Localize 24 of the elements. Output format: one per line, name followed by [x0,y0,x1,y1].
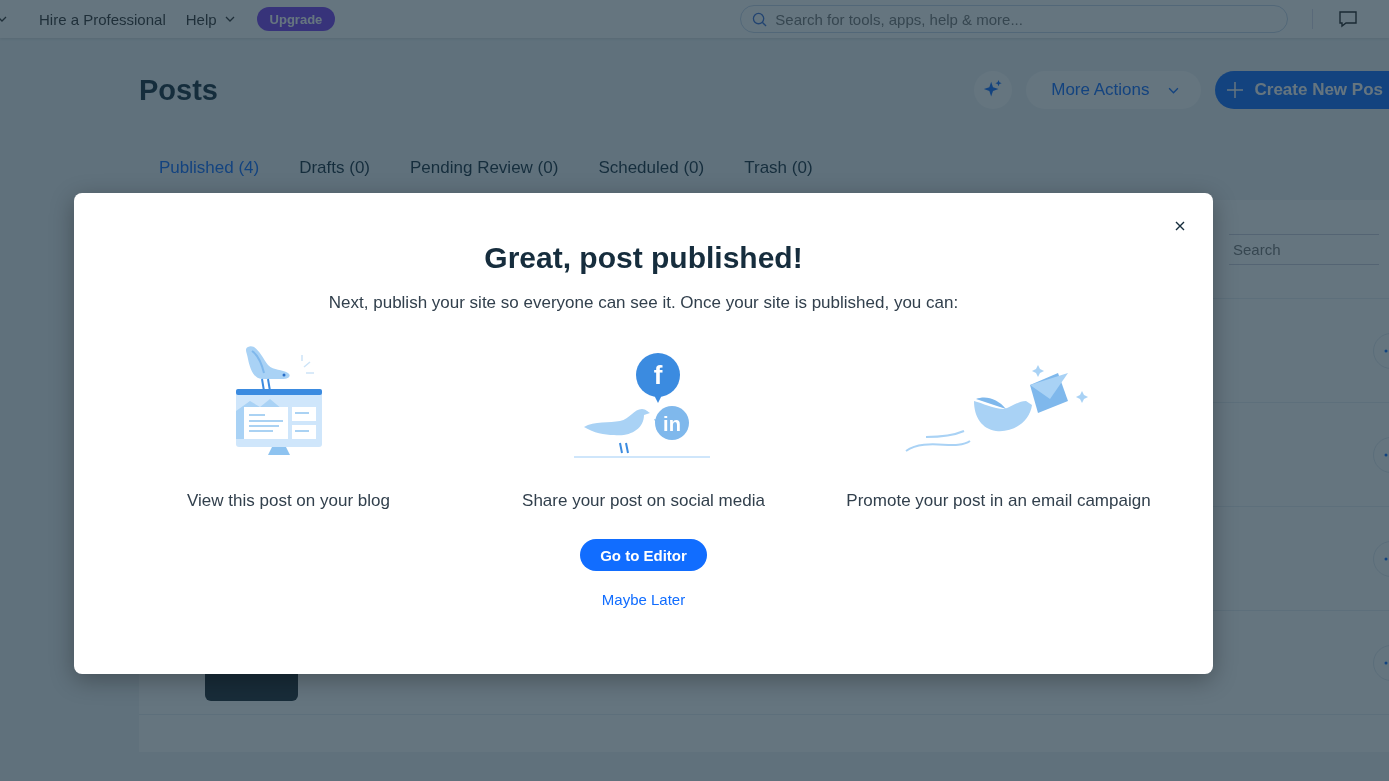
go-to-editor-button[interactable]: Go to Editor [580,539,707,571]
close-icon [1175,221,1185,231]
bird-with-social-bubbles-drawing: f in [573,351,714,461]
chat-icon[interactable] [1338,9,1359,29]
upgrade-button[interactable]: Upgrade [256,7,336,31]
create-post-button[interactable]: Create New Pos [1214,71,1389,109]
tab[interactable]: Trash (0) [744,158,813,178]
ai-button[interactable] [974,71,1013,109]
nav-item[interactable]: Hire a Professional [29,10,176,28]
tab[interactable]: Scheduled (0) [598,158,705,178]
search-icon [752,12,768,27]
tab[interactable]: Drafts (0) [299,158,370,178]
maybe-later-link[interactable]: Maybe Later [601,591,686,608]
tab[interactable]: Published (4) [159,158,260,178]
nav-item[interactable]: Help [175,10,245,28]
page-title: Posts [139,73,218,107]
plus-icon [1226,82,1243,98]
option-caption: View this post on your blog [187,491,390,511]
more-actions-button[interactable]: More Actions [1026,71,1201,109]
tab[interactable]: Pending Review (0) [410,158,559,178]
modal-message: Next, publish your site so everyone can see it. Once your site is published, you can: [328,293,959,313]
option-caption: Promote your post in an email campaign [846,491,1151,511]
modal-title: Great, post published! [484,241,803,275]
option-caption: Share your post on social media [522,491,765,511]
